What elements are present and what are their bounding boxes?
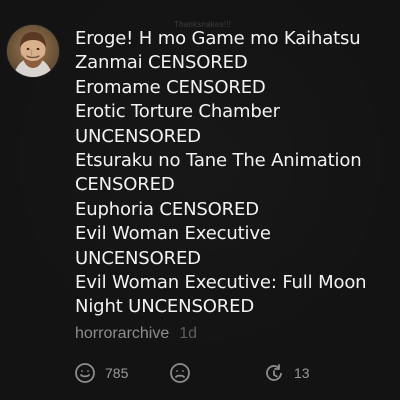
like-button[interactable]: 785 [73, 360, 128, 386]
reply-count: 13 [294, 365, 310, 381]
comment-line: Erotic Torture Chamber [75, 101, 280, 123]
comment-card: Thanksnakes!!! Eroge! H mo Game mo Kaiha… [0, 0, 400, 400]
comment-line: UNCENSORED [75, 125, 201, 147]
dislike-button[interactable] [168, 360, 192, 386]
comment-line: Etsuraku no Tane The Animation [75, 150, 362, 172]
comment-meta: horrorarchive 1d [75, 324, 197, 344]
comment-line: Eromame CENSORED [75, 76, 266, 98]
comment-line: Evil Woman Executive: Full Moon [75, 272, 367, 294]
comment-line: Euphoria CENSORED [75, 198, 259, 220]
comment-line: CENSORED [75, 174, 175, 196]
reply-icon [262, 361, 286, 385]
username[interactable]: horrorarchive [75, 325, 169, 343]
smile-icon [73, 361, 97, 385]
comment-time: 1d [179, 325, 198, 342]
like-count: 785 [105, 365, 129, 381]
reply-button[interactable]: 13 [262, 360, 310, 386]
comment-line: Night UNCENSORED [75, 296, 255, 318]
comment-text: Eroge! H mo Game mo Kaihatsu Zanmai CENS… [75, 27, 395, 320]
user-avatar[interactable] [7, 25, 59, 77]
comment-line: Eroge! H mo Game mo Kaihatsu [75, 28, 361, 49]
sad-icon [168, 361, 192, 385]
comment-line: Zanmai CENSORED [75, 52, 248, 74]
comment-line: UNCENSORED [75, 247, 201, 269]
comment-actions: 785 13 [73, 360, 393, 386]
comment-line: Evil Woman Executive [75, 223, 271, 245]
